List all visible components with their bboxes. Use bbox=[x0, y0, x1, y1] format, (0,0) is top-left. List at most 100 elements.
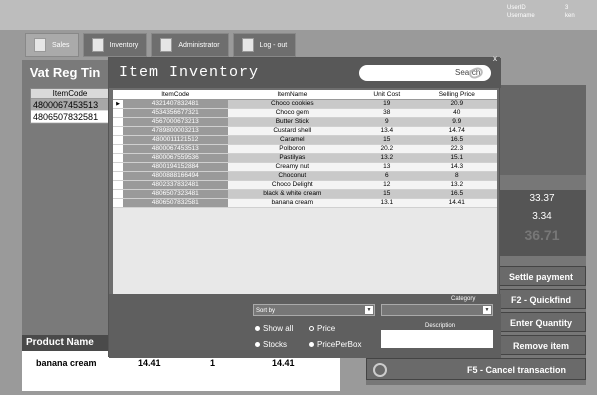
radio-unchecked-icon bbox=[309, 326, 314, 332]
table-row[interactable]: 4800011121512 Caramel 15 16.5 bbox=[113, 135, 497, 145]
cell-itemname: black & white cream bbox=[227, 189, 358, 199]
quickfind-button[interactable]: F2 - Quickfind bbox=[496, 289, 586, 309]
cell-sellingprice: 16.5 bbox=[416, 189, 497, 199]
cell-sellingprice: 40 bbox=[416, 108, 497, 118]
col-itemname[interactable]: ItemName bbox=[227, 90, 358, 100]
cell-unitcost: 13.2 bbox=[357, 153, 417, 163]
sort-by-label: Sort by bbox=[256, 308, 276, 314]
cell-itemname: Choco cookies bbox=[227, 99, 358, 109]
product-name: banana cream bbox=[36, 358, 97, 368]
cell-unitcost: 15 bbox=[357, 135, 417, 145]
nav-label: Log - out bbox=[259, 41, 288, 49]
table-row[interactable]: 4800888166494 Choconut 6 8 bbox=[113, 171, 497, 181]
nav-label: Sales bbox=[52, 41, 70, 49]
cell-itemname: Choco gem bbox=[227, 108, 358, 118]
table-row[interactable]: 4806507323481 black & white cream 15 16.5 bbox=[113, 189, 497, 199]
row-indicator: ▶ bbox=[113, 99, 123, 109]
table-row[interactable]: 4789800003213 Custard shell 13.4 14.74 bbox=[113, 126, 497, 136]
cell-itemname: Butter Stick bbox=[227, 117, 358, 127]
nav-administrator[interactable]: Administrator bbox=[151, 33, 229, 57]
total-a: 33.37 bbox=[529, 193, 555, 204]
table-row[interactable]: 4800067453513 Polboron 20.2 22.3 bbox=[113, 144, 497, 154]
category-select[interactable]: ▼ bbox=[381, 304, 493, 316]
cell-unitcost: 6 bbox=[357, 171, 417, 181]
radio-price-per-box[interactable]: PricePerBox bbox=[309, 340, 361, 349]
col-sellingprice[interactable]: Selling Price bbox=[416, 90, 497, 100]
userid-label: UserID bbox=[507, 5, 526, 11]
cell-itemcode: 4800067559536 bbox=[123, 153, 228, 163]
radio-price[interactable]: Price bbox=[309, 324, 335, 333]
nav-label: Administrator bbox=[178, 41, 220, 49]
logout-icon bbox=[241, 38, 254, 52]
description-label: Description bbox=[425, 323, 456, 329]
radio-checked-icon bbox=[255, 342, 260, 348]
cell-itemname: Creamy nut bbox=[227, 162, 358, 172]
radio-show-all[interactable]: Show all bbox=[255, 324, 293, 333]
col-itemcode[interactable]: ItemCode bbox=[123, 90, 228, 100]
top-bar: UserID 3 Username ken bbox=[0, 0, 597, 30]
cell-itemname: Choconut bbox=[227, 171, 358, 181]
product-price: 14.41 bbox=[138, 358, 161, 368]
table-row[interactable]: 4806507832581 banana cream 13.1 14.41 bbox=[113, 198, 497, 208]
cell-unitcost: 13.1 bbox=[357, 198, 417, 208]
table-row[interactable]: 4567000673213 Butter Stick 9 9.9 bbox=[113, 117, 497, 127]
col-unitcost[interactable]: Unit Cost bbox=[357, 90, 417, 100]
cell-unitcost: 12 bbox=[357, 180, 417, 190]
row-indicator bbox=[113, 117, 123, 127]
enter-quantity-button[interactable]: Enter Quantity bbox=[496, 312, 586, 332]
radio-checked-icon bbox=[255, 326, 260, 332]
cell-itemcode: 4806507832581 bbox=[123, 198, 228, 208]
cell-sellingprice: 14.3 bbox=[416, 162, 497, 172]
radio-stocks[interactable]: Stocks bbox=[255, 340, 287, 349]
row-indicator bbox=[113, 108, 123, 118]
username-label: Username bbox=[507, 13, 535, 19]
table-row[interactable]: 4800067559536 Pastilyas 13.2 15.1 bbox=[113, 153, 497, 163]
table-row[interactable]: 4534356677321 Choco gem 38 40 bbox=[113, 108, 497, 118]
cell-itemcode: 4534356677321 bbox=[123, 108, 228, 118]
cell-sellingprice: 15.1 bbox=[416, 153, 497, 163]
list-item[interactable]: 4806507832581 bbox=[31, 111, 109, 123]
row-indicator bbox=[113, 144, 123, 154]
table-row[interactable]: 4800194152884 Creamy nut 13 14.3 bbox=[113, 162, 497, 172]
cell-itemcode: 4802337832481 bbox=[123, 180, 228, 190]
cell-sellingprice: 20.9 bbox=[416, 99, 497, 109]
username-value: ken bbox=[565, 13, 575, 19]
dialog-title: Item Inventory bbox=[119, 64, 260, 81]
table-row[interactable]: ▶ 4321407832481 Choco cookies 19 20.9 bbox=[113, 99, 497, 109]
row-indicator bbox=[113, 198, 123, 208]
vat-reg-title: Vat Reg Tin bbox=[29, 65, 101, 80]
cancel-transaction-button[interactable]: F5 - Cancel transaction bbox=[366, 358, 586, 380]
nav-logout[interactable]: Log - out bbox=[232, 33, 297, 57]
list-item[interactable]: 4800067453513 bbox=[31, 99, 109, 111]
nav-sales[interactable]: Sales bbox=[25, 33, 79, 57]
row-indicator bbox=[113, 153, 123, 163]
settle-payment-button[interactable]: Settle payment bbox=[496, 266, 586, 286]
cell-itemcode: 4321407832481 bbox=[123, 99, 228, 109]
item-code-list: ItemCode 4800067453513 4806507832581 bbox=[30, 88, 110, 124]
sort-by-select[interactable]: Sort by ▼ bbox=[253, 304, 375, 316]
cell-unitcost: 9 bbox=[357, 117, 417, 127]
cell-unitcost: 38 bbox=[357, 108, 417, 118]
table-row[interactable]: 4802337832481 Choco Delight 12 13.2 bbox=[113, 180, 497, 190]
product-qty: 1 bbox=[210, 358, 216, 368]
cancel-icon bbox=[373, 363, 387, 377]
row-indicator bbox=[113, 162, 123, 172]
inventory-table: ItemCode ItemName Unit Cost Selling Pric… bbox=[113, 90, 497, 208]
nav-inventory[interactable]: Inventory bbox=[82, 33, 148, 57]
cancel-label: F5 - Cancel transaction bbox=[467, 365, 567, 375]
cell-sellingprice: 22.3 bbox=[416, 144, 497, 154]
row-indicator bbox=[113, 126, 123, 136]
row-indicator-header bbox=[113, 90, 123, 100]
cart-icon bbox=[91, 38, 104, 52]
description-field[interactable] bbox=[381, 330, 493, 348]
cell-sellingprice: 9.9 bbox=[416, 117, 497, 127]
cell-itemcode: 4800888166494 bbox=[123, 171, 228, 181]
product-name-header: Product Name bbox=[22, 335, 112, 351]
remove-item-button[interactable]: Remove item bbox=[496, 335, 586, 355]
item-inventory-dialog: Item Inventory x Search ItemCode ItemNam… bbox=[108, 54, 501, 358]
cell-itemcode: 4800011121512 bbox=[123, 135, 228, 145]
total-b: 3.34 bbox=[532, 211, 552, 222]
row-indicator bbox=[113, 171, 123, 181]
cell-itemcode: 4789800003213 bbox=[123, 126, 228, 136]
close-button[interactable]: x bbox=[493, 54, 497, 63]
